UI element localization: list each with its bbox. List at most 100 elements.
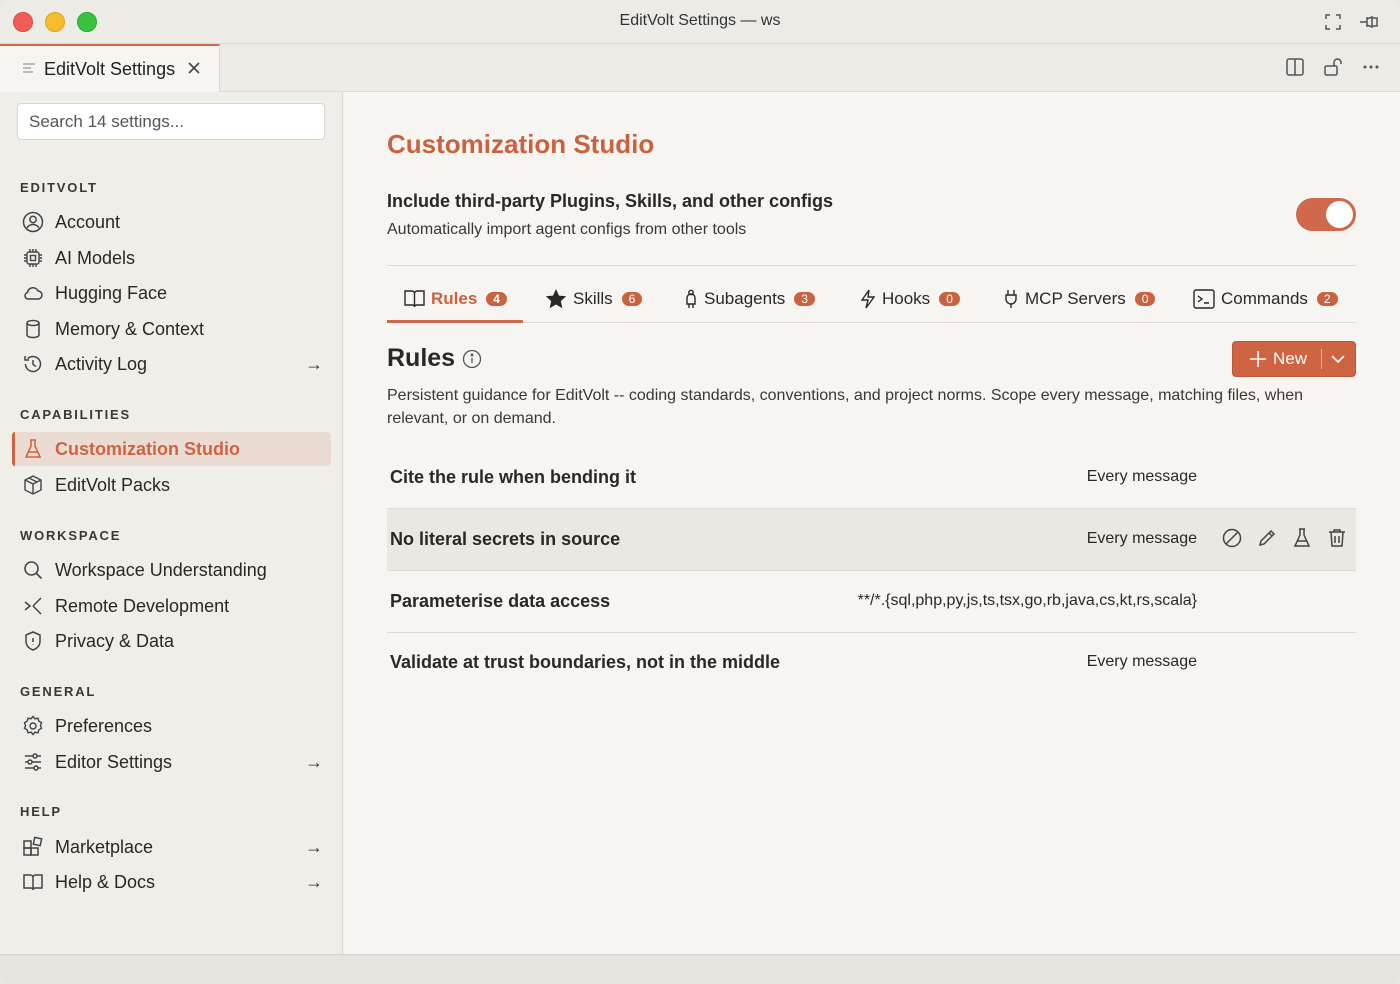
sliders-icon — [22, 751, 44, 773]
page-title: Customization Studio — [387, 129, 655, 159]
book-icon — [22, 871, 44, 893]
more-icon[interactable] — [1360, 56, 1382, 78]
trash-icon[interactable] — [1326, 527, 1348, 549]
chip-icon — [22, 247, 44, 269]
remote-icon — [22, 595, 44, 617]
pin-icon[interactable] — [1357, 10, 1381, 34]
rule-name: Cite the rule when bending it — [390, 467, 637, 487]
tab-skills[interactable]: Skills 6 — [545, 276, 643, 322]
sidebar-item-editvolt-packs[interactable]: EditVolt Packs — [12, 468, 331, 502]
toggle-knob — [1326, 201, 1353, 228]
sidebar-item-customization-studio[interactable]: Customization Studio — [12, 432, 331, 466]
disable-icon[interactable] — [1221, 527, 1243, 549]
editor-actions — [1284, 56, 1382, 78]
sidebar-item-workspace-understanding[interactable]: Workspace Understanding — [12, 553, 331, 587]
rule-scope: Every message — [1086, 530, 1197, 547]
rule-name: No literal secrets in source — [390, 529, 621, 549]
sidebar-item-label: Hugging Face — [55, 282, 168, 303]
tab-mcp-servers[interactable]: MCP Servers 0 — [1003, 276, 1156, 322]
new-button-label: New — [1273, 349, 1308, 368]
sidebar-item-privacy-data[interactable]: Privacy & Data — [12, 624, 331, 658]
terminal-icon — [1193, 289, 1215, 309]
book-icon — [404, 290, 425, 308]
flask-icon[interactable] — [1291, 527, 1313, 549]
flask-icon — [22, 438, 44, 460]
sidebar-item-preferences[interactable]: Preferences — [12, 709, 331, 743]
tab-commands[interactable]: Commands 2 — [1193, 276, 1338, 322]
window-title: EditVolt Settings — ws — [619, 12, 781, 29]
sidebar-item-account[interactable]: Account — [12, 205, 331, 239]
search-input[interactable] — [17, 103, 325, 140]
fullscreen-icon[interactable] — [1321, 10, 1345, 34]
sidebar-item-label: Activity Log — [55, 353, 148, 374]
sidebar-item-help-docs[interactable]: Help & Docs → — [12, 865, 331, 899]
rule-actions — [1221, 527, 1348, 549]
account-circle-icon — [22, 211, 44, 233]
tab-label: Commands — [1221, 289, 1308, 308]
plus-icon — [1249, 350, 1267, 368]
rule-name: Parameterise data access — [390, 591, 611, 611]
shield-icon — [22, 630, 44, 652]
search-icon — [22, 559, 44, 581]
section-capabilities: CAPABILITIES — [20, 407, 131, 422]
sidebar-item-editor-settings[interactable]: Editor Settings → — [12, 745, 331, 779]
external-arrow-icon: → — [305, 871, 323, 892]
close-icon[interactable] — [187, 59, 201, 80]
rule-row[interactable]: No literal secrets in source Every messa… — [387, 509, 1356, 571]
sidebar-item-label: Marketplace — [55, 836, 154, 857]
tab-label: Subagents — [704, 289, 786, 308]
option-title: Include third-party Plugins, Skills, and… — [387, 191, 834, 211]
edit-pencil-icon[interactable] — [1256, 527, 1278, 549]
editor-tab-settings[interactable]: EditVolt Settings — [0, 44, 220, 92]
sidebar-item-activity-log[interactable]: Activity Log → — [12, 347, 331, 381]
sidebar-item-label: Remote Development — [55, 595, 230, 616]
section-workspace: WORKSPACE — [20, 528, 122, 543]
new-rule-button[interactable]: New — [1232, 341, 1356, 377]
plug-icon — [1003, 289, 1019, 309]
third-party-configs-toggle[interactable] — [1296, 198, 1356, 231]
sidebar-item-remote-development[interactable]: Remote Development — [12, 589, 331, 623]
external-arrow-icon: → — [305, 751, 323, 772]
history-icon — [22, 353, 44, 375]
package-icon — [22, 474, 44, 496]
info-icon[interactable] — [462, 349, 482, 369]
tab-label: Rules — [431, 289, 478, 308]
rule-name: Validate at trust boundaries, not in the… — [390, 652, 781, 672]
tab-hooks[interactable]: Hooks 0 — [860, 276, 960, 322]
editor-tab-bar: EditVolt Settings — [0, 44, 1400, 92]
tab-label: Skills — [573, 289, 613, 308]
tab-rules[interactable]: Rules 4 — [404, 276, 507, 322]
unlock-icon[interactable] — [1322, 56, 1344, 78]
external-arrow-icon: → — [305, 353, 323, 374]
rule-row[interactable]: Validate at trust boundaries, not in the… — [387, 632, 1356, 694]
subagent-icon — [684, 289, 698, 309]
tab-count-badge: 6 — [621, 292, 643, 306]
lightning-icon — [860, 289, 876, 309]
sidebar-item-label: Privacy & Data — [55, 630, 175, 651]
sidebar-item-label: Workspace Understanding — [55, 559, 267, 580]
star-icon — [545, 289, 567, 309]
sidebar-item-ai-models[interactable]: AI Models — [12, 241, 331, 275]
sidebar-item-label: EditVolt Packs — [55, 474, 171, 495]
tab-subagents[interactable]: Subagents 3 — [684, 276, 815, 322]
chevron-down-icon[interactable] — [1330, 351, 1346, 367]
file-lines-icon — [22, 62, 36, 77]
section-general: GENERAL — [20, 684, 97, 699]
section-editvolt: EDITVOLT — [20, 180, 98, 195]
sidebar-item-memory-context[interactable]: Memory & Context — [12, 312, 331, 346]
tab-count-badge: 3 — [794, 292, 815, 306]
tab-label: Hooks — [882, 289, 931, 308]
sidebar-item-hugging-face[interactable]: Hugging Face — [12, 276, 331, 310]
sidebar-item-label: Editor Settings — [55, 751, 173, 772]
settings-sidebar: EDITVOLT Account AI Models Hugging Face … — [0, 92, 343, 954]
rules-description: Persistent guidance for EditVolt -- codi… — [387, 387, 1304, 427]
tab-count-badge: 0 — [1134, 292, 1156, 306]
settings-window: EditVolt Settings — ws EditVolt Settings — [0, 0, 1400, 984]
sidebar-item-marketplace[interactable]: Marketplace → — [12, 830, 331, 864]
rules-heading: Rules — [387, 344, 456, 372]
rule-row[interactable]: Parameterise data access **/*.{sql,php,p… — [387, 571, 1356, 633]
split-editor-icon[interactable] — [1284, 56, 1306, 78]
rule-row[interactable]: Cite the rule when bending it Every mess… — [387, 447, 1356, 509]
database-icon — [22, 318, 44, 340]
rule-scope: Every message — [1086, 653, 1197, 670]
